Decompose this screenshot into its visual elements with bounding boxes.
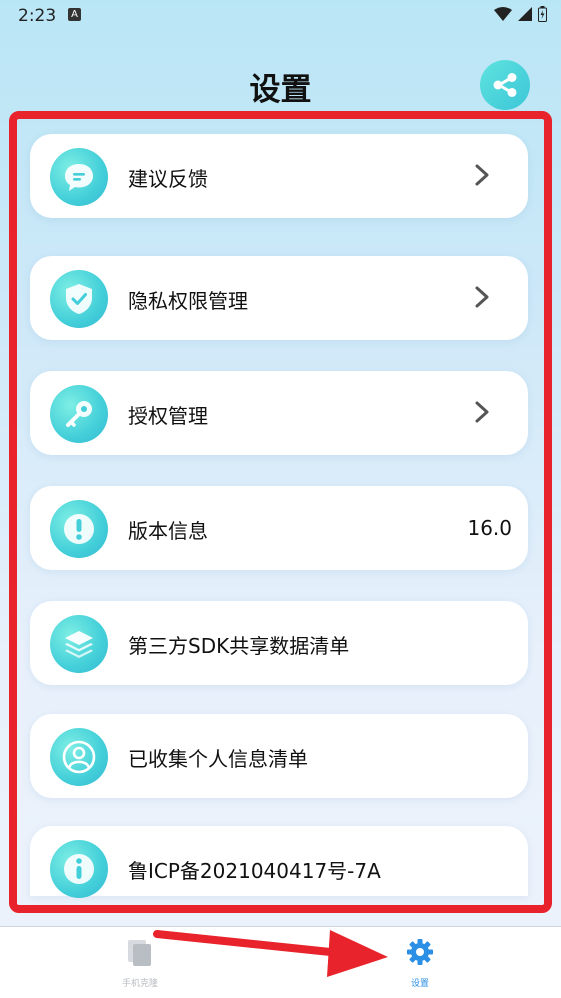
gear-icon <box>407 939 433 965</box>
info-icon <box>50 840 108 898</box>
key-icon <box>50 385 108 443</box>
tab-label: 设置 <box>410 979 429 989</box>
settings-item-label: 版本信息 <box>128 519 208 543</box>
status-icons <box>494 6 547 22</box>
settings-item-feedback[interactable]: 建议反馈 <box>30 134 528 218</box>
status-time: 2:23 <box>18 6 57 26</box>
settings-item-authorization[interactable]: 授权管理 <box>30 371 528 455</box>
share-icon <box>493 73 517 97</box>
tab-phone-clone[interactable]: 手机克隆 <box>100 937 180 989</box>
page-title: 设置 <box>249 72 312 108</box>
status-bar: 2:23 A <box>0 0 561 34</box>
settings-item-label: 鲁ICP备2021040417号-7A <box>128 859 381 883</box>
settings-item-personal-info[interactable]: 已收集个人信息清单 <box>30 714 528 798</box>
layers-icon <box>50 615 108 673</box>
person-icon <box>50 728 108 786</box>
share-button[interactable] <box>480 60 530 110</box>
settings-item-label: 已收集个人信息清单 <box>128 747 308 771</box>
bottom-nav: 手机克隆 设置 <box>0 926 561 998</box>
chevron-right-icon <box>475 286 489 308</box>
chevron-right-icon <box>475 401 489 423</box>
settings-item-label: 第三方SDK共享数据清单 <box>128 634 350 658</box>
settings-item-label: 隐私权限管理 <box>128 289 248 313</box>
version-value: 16.0 <box>467 516 512 540</box>
shield-check-icon <box>50 270 108 328</box>
settings-item-sdk-list[interactable]: 第三方SDK共享数据清单 <box>30 601 528 685</box>
chevron-right-icon <box>475 164 489 186</box>
settings-item-version[interactable]: 版本信息 16.0 <box>30 486 528 570</box>
signal-icon <box>518 7 532 21</box>
exclamation-icon <box>50 500 108 558</box>
chat-bubble-icon <box>50 148 108 206</box>
settings-item-icp[interactable]: 鲁ICP备2021040417号-7A <box>30 826 528 898</box>
settings-item-privacy[interactable]: 隐私权限管理 <box>30 256 528 340</box>
settings-item-label: 授权管理 <box>128 404 208 428</box>
clone-icon <box>128 940 151 966</box>
wifi-icon <box>494 7 512 21</box>
battery-icon <box>538 6 547 22</box>
notification-icon: A <box>68 8 81 21</box>
settings-item-label: 建议反馈 <box>128 167 208 191</box>
tab-settings[interactable]: 设置 <box>380 937 460 989</box>
tab-label: 手机克隆 <box>121 979 158 989</box>
